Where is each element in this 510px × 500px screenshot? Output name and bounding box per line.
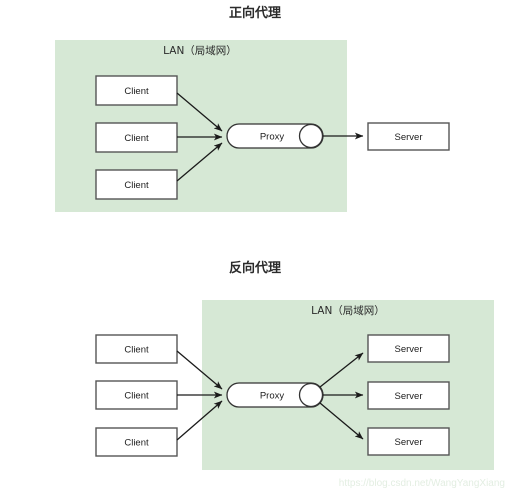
section-title-reverse: 反向代理 xyxy=(229,260,281,276)
section-title-forward: 正向代理 xyxy=(229,5,281,21)
proxy-cylinder-cap xyxy=(298,123,324,149)
watermark: https://blog.csdn.net/WangYangXiang xyxy=(339,478,505,489)
server-label: Server xyxy=(395,437,423,448)
client-label: Client xyxy=(124,180,149,191)
server-label: Server xyxy=(395,391,423,402)
server-label: Server xyxy=(395,132,423,143)
client-label: Client xyxy=(124,86,149,97)
client-label: Client xyxy=(124,438,149,449)
client-node-forward-2[interactable]: Client xyxy=(95,122,178,153)
server-node-reverse-3[interactable]: Server xyxy=(367,427,450,456)
server-node-forward-1[interactable]: Server xyxy=(367,122,450,151)
client-label: Client xyxy=(124,133,149,144)
proxy-node-reverse[interactable]: Proxy xyxy=(226,382,324,408)
lan-label-reverse: LAN（局域网） xyxy=(311,304,385,317)
client-label: Client xyxy=(124,391,149,402)
proxy-label: Proxy xyxy=(260,132,285,143)
lan-label-forward: LAN（局域网） xyxy=(163,44,237,57)
proxy-node-forward[interactable]: Proxy xyxy=(226,123,324,149)
client-node-forward-3[interactable]: Client xyxy=(95,169,178,200)
proxy-cylinder-cap xyxy=(298,382,324,408)
client-node-reverse-2[interactable]: Client xyxy=(95,380,178,410)
client-node-reverse-3[interactable]: Client xyxy=(95,427,178,457)
server-node-reverse-2[interactable]: Server xyxy=(367,381,450,410)
server-node-reverse-1[interactable]: Server xyxy=(367,334,450,363)
client-node-forward-1[interactable]: Client xyxy=(95,75,178,106)
client-label: Client xyxy=(124,345,149,356)
proxy-label: Proxy xyxy=(260,391,285,402)
server-label: Server xyxy=(395,344,423,355)
client-node-reverse-1[interactable]: Client xyxy=(95,334,178,364)
section-reverse-proxy: 反向代理 LAN（局域网） Client Client Client Proxy… xyxy=(95,260,494,470)
proxy-architecture-diagram: 正向代理 LAN（局域网） Client Client Client Proxy… xyxy=(55,5,505,489)
diagram-canvas: 正向代理 LAN（局域网） Client Client Client Proxy… xyxy=(0,0,510,500)
section-forward-proxy: 正向代理 LAN（局域网） Client Client Client Proxy… xyxy=(55,5,450,212)
